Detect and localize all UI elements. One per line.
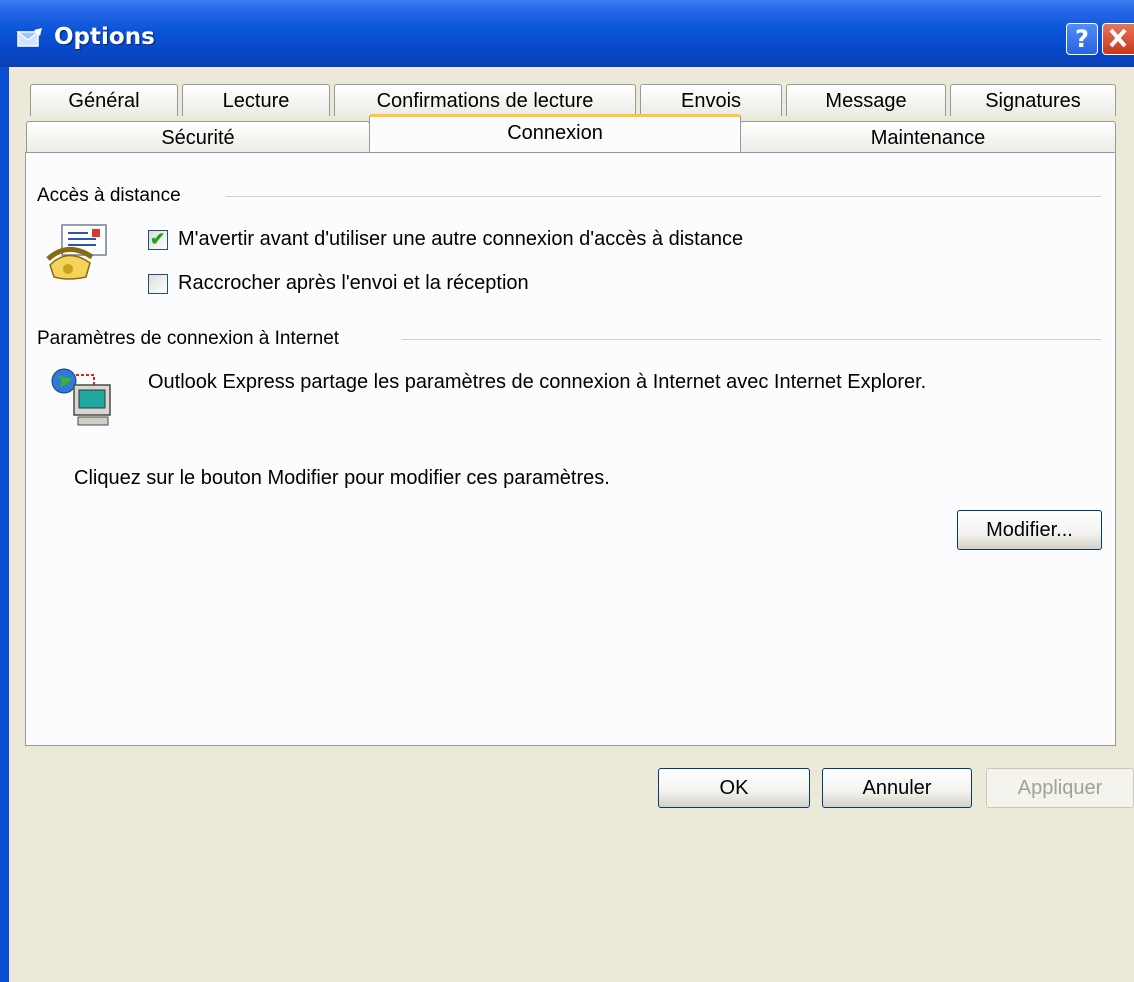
warn-checkbox[interactable]: ✔ — [148, 229, 168, 250]
help-button[interactable]: ? — [1066, 23, 1098, 55]
warn-checkbox-label[interactable]: M'avertir avant d'utiliser une autre con… — [178, 228, 743, 251]
close-button[interactable] — [1102, 23, 1134, 55]
title-bar[interactable]: Options ? — [0, 0, 1134, 67]
tab-connexion[interactable]: Connexion — [369, 114, 741, 152]
tab-general[interactable]: Général — [30, 84, 178, 116]
internet-info-text: Outlook Express partage les paramètres d… — [148, 371, 927, 393]
dialup-header: Accès à distance — [37, 185, 189, 207]
checkmark-icon: ✔ — [150, 229, 166, 249]
connexion-panel: Accès à distance ✔ M'avertir avant d'uti… — [25, 152, 1116, 746]
dialup-phone-icon — [46, 219, 112, 292]
dialup-divider — [226, 196, 1101, 197]
tab-securite[interactable]: Sécurité — [26, 121, 370, 153]
close-icon — [1109, 28, 1127, 48]
apply-button[interactable]: Appliquer — [986, 768, 1134, 808]
tab-maintenance[interactable]: Maintenance — [740, 121, 1116, 153]
network-computer-icon — [48, 365, 114, 436]
options-dialog: Options ? Général Lecture Confirmations … — [0, 0, 1134, 982]
internet-header: Paramètres de connexion à Internet — [37, 328, 348, 350]
hangup-checkbox[interactable] — [148, 274, 168, 294]
window-frame-left — [0, 67, 9, 982]
tab-envois[interactable]: Envois — [640, 84, 782, 116]
help-icon: ? — [1075, 25, 1089, 53]
window-title: Options — [54, 24, 155, 50]
internet-divider — [402, 339, 1101, 340]
tab-message[interactable]: Message — [786, 84, 946, 116]
ok-button[interactable]: OK — [658, 768, 810, 808]
hangup-checkbox-label[interactable]: Raccrocher après l'envoi et la réception — [178, 272, 529, 295]
tab-lecture[interactable]: Lecture — [182, 84, 330, 116]
tab-signatures[interactable]: Signatures — [950, 84, 1116, 116]
tab-row-top: Général Lecture Confirmations de lecture… — [0, 84, 1134, 116]
cancel-button[interactable]: Annuler — [822, 768, 972, 808]
options-app-icon — [16, 26, 44, 50]
tab-row-bottom: Sécurité Connexion Maintenance — [0, 114, 1134, 153]
tab-confirmations[interactable]: Confirmations de lecture — [334, 84, 636, 116]
modify-button[interactable]: Modifier... — [957, 510, 1102, 550]
internet-instruction-text: Cliquez sur le bouton Modifier pour modi… — [74, 467, 610, 489]
